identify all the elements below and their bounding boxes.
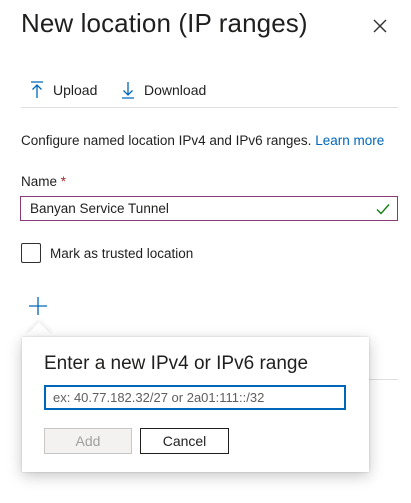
required-marker: * — [60, 174, 67, 189]
trusted-location-checkbox[interactable] — [21, 243, 41, 263]
trusted-location-label: Mark as trusted location — [50, 245, 194, 261]
name-input-value: Banyan Service Tunnel — [30, 201, 169, 216]
close-button[interactable] — [370, 16, 390, 36]
upload-label: Upload — [53, 82, 98, 98]
description: Configure named location IPv4 and IPv6 r… — [21, 133, 384, 148]
new-location-panel: New location (IP ranges) Upload Download… — [0, 0, 411, 503]
download-icon — [122, 82, 134, 99]
add-range-popup: Enter a new IPv4 or IPv6 range Add Cance… — [22, 337, 369, 472]
name-label: Name * — [21, 174, 66, 189]
cancel-button[interactable]: Cancel — [140, 428, 229, 454]
name-input[interactable]: Banyan Service Tunnel — [20, 196, 398, 221]
upload-button[interactable]: Upload — [30, 80, 97, 100]
close-icon — [373, 19, 387, 33]
popup-title: Enter a new IPv4 or IPv6 range — [44, 353, 309, 374]
description-text: Configure named location IPv4 and IPv6 r… — [21, 133, 312, 148]
add-range-button[interactable] — [28, 296, 48, 321]
page-title: New location (IP ranges) — [21, 8, 308, 38]
name-label-text: Name — [21, 174, 58, 189]
divider — [369, 379, 398, 380]
add-button[interactable]: Add — [44, 428, 132, 454]
learn-more-link[interactable]: Learn more — [315, 133, 384, 148]
upload-icon — [31, 81, 43, 98]
ip-range-input[interactable] — [44, 385, 346, 410]
download-label: Download — [144, 82, 207, 98]
trusted-location-option[interactable]: Mark as trusted location — [21, 243, 193, 263]
plus-icon — [29, 297, 47, 315]
checkmark-icon — [376, 204, 390, 215]
toolbar: Upload Download — [21, 76, 398, 108]
download-button[interactable]: Download — [121, 80, 206, 100]
